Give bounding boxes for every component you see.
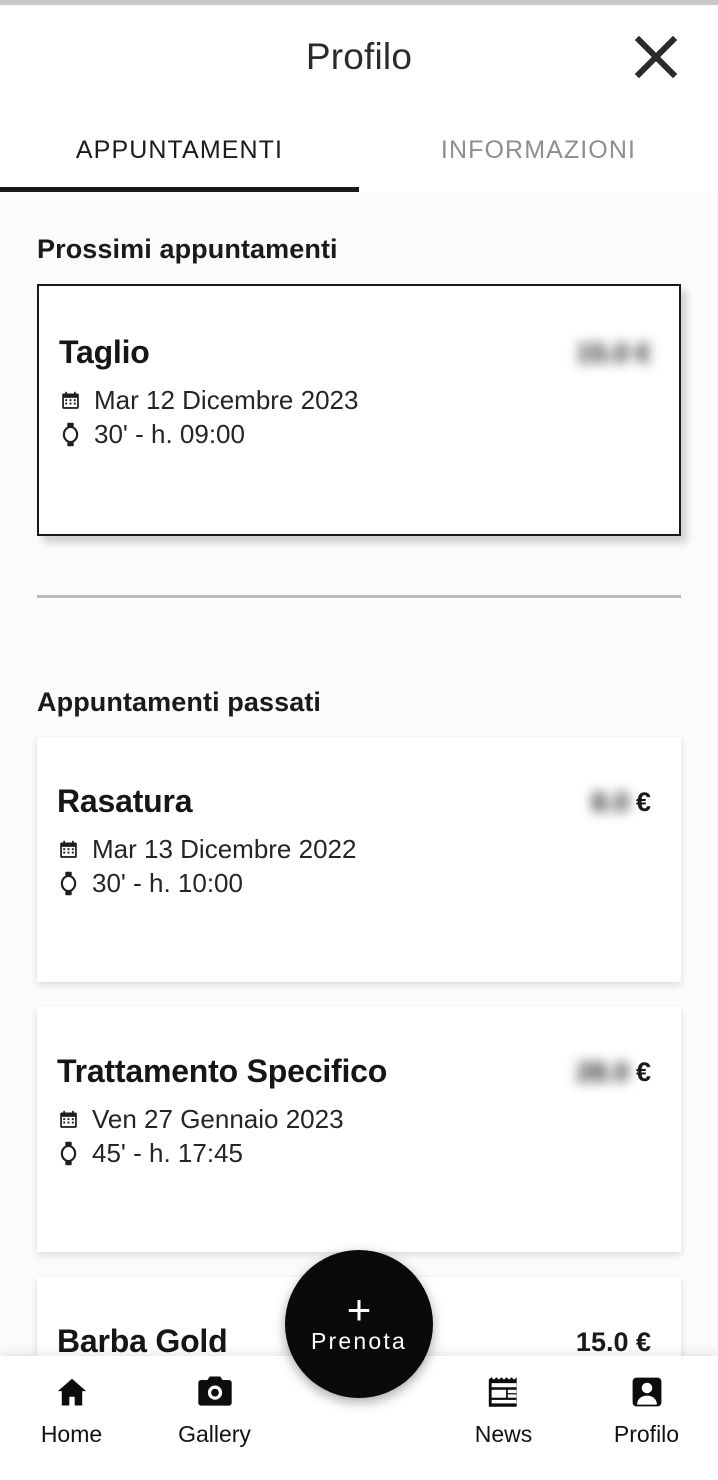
newspaper-icon — [485, 1370, 523, 1414]
prenota-fab-button[interactable]: + Prenota — [285, 1250, 433, 1398]
appointment-time-row: 30' - h. 09:00 — [59, 418, 245, 451]
appointment-card-past-2[interactable]: Trattamento Specifico Ven 27 Gennaio 202… — [37, 1007, 681, 1252]
page-title: Profilo — [305, 36, 413, 77]
appointment-time-row: 45' - h. 17:45 — [57, 1137, 243, 1170]
nav-item-profilo[interactable]: Profilo — [575, 1356, 718, 1448]
home-icon — [53, 1370, 91, 1414]
appointment-price-amount: 8.0 — [591, 787, 629, 817]
appointment-title: Taglio — [59, 334, 150, 370]
appointment-date: Mar 13 Dicembre 2022 — [92, 834, 357, 864]
profile-screen: Profilo APPUNTAMENTI INFORMAZIONI Prossi… — [0, 0, 718, 1480]
appointment-price-amount: 15.0 € — [575, 1327, 651, 1357]
section-divider — [37, 595, 681, 598]
calendar-icon — [57, 837, 79, 863]
appointment-price: 15.0 € — [576, 338, 651, 369]
appointment-date: Mar 12 Dicembre 2023 — [94, 385, 359, 415]
appointment-time-row: 30' - h. 10:00 — [57, 867, 243, 900]
watch-icon — [57, 871, 79, 897]
nav-item-gallery-label: Gallery — [178, 1421, 251, 1447]
past-section-title: Appuntamenti passati — [37, 687, 322, 717]
appointment-date-row: Mar 12 Dicembre 2023 — [59, 384, 358, 417]
tab-informazioni[interactable]: INFORMAZIONI — [359, 109, 718, 192]
appointment-card-body: Trattamento Specifico Ven 27 Gennaio 202… — [37, 1007, 681, 1252]
appointment-title: Barba Gold — [57, 1323, 228, 1359]
nav-item-news[interactable]: News — [432, 1356, 575, 1448]
appointment-card-body: Taglio Mar 12 Dicembre 2023 30' - h. 09:… — [39, 286, 679, 534]
calendar-icon — [59, 388, 81, 414]
tab-bar: APPUNTAMENTI INFORMAZIONI — [0, 109, 718, 192]
appointment-price-currency: € — [635, 1057, 651, 1087]
tab-appuntamenti[interactable]: APPUNTAMENTI — [0, 109, 359, 192]
plus-icon: + — [346, 1285, 372, 1333]
appointment-price: 15.0 € — [576, 1327, 651, 1358]
tab-informazioni-label: INFORMAZIONI — [440, 136, 637, 164]
watch-icon — [57, 1141, 79, 1167]
appointment-date-row: Ven 27 Gennaio 2023 — [57, 1103, 344, 1136]
calendar-icon — [57, 1107, 79, 1133]
appointment-price-currency: € — [635, 787, 651, 817]
nav-item-home-label: Home — [40, 1421, 103, 1447]
appointment-duration-time: 30' - h. 09:00 — [94, 419, 245, 449]
appointment-title: Rasatura — [57, 783, 193, 819]
nav-item-gallery[interactable]: Gallery — [143, 1356, 286, 1448]
person-badge-icon — [629, 1370, 665, 1414]
appointment-date-row: Mar 13 Dicembre 2022 — [57, 833, 356, 866]
tab-appuntamenti-label: APPUNTAMENTI — [75, 136, 284, 164]
appointment-duration-time: 30' - h. 10:00 — [92, 868, 243, 898]
appointment-card-body: Rasatura Mar 13 Dicembre 2022 30' - h. 1… — [37, 737, 681, 982]
appointment-date: Ven 27 Gennaio 2023 — [92, 1104, 344, 1134]
appointment-card-past-1[interactable]: Rasatura Mar 13 Dicembre 2022 30' - h. 1… — [37, 737, 681, 982]
upcoming-section-title: Prossimi appuntamenti — [37, 234, 338, 264]
prenota-fab-label: Prenota — [311, 1328, 407, 1355]
close-icon[interactable] — [624, 25, 688, 89]
appointment-price: 8.0 € — [591, 787, 651, 818]
camera-icon — [196, 1370, 234, 1414]
page-header: Profilo — [0, 5, 718, 109]
appointment-price-amount: 28.0 — [576, 1057, 629, 1087]
nav-item-news-label: News — [474, 1421, 533, 1447]
appointment-price: 28.0 € — [576, 1057, 651, 1088]
appointment-card-upcoming[interactable]: Taglio Mar 12 Dicembre 2023 30' - h. 09:… — [37, 284, 681, 536]
watch-icon — [59, 422, 81, 448]
appointment-price-currency: € — [635, 338, 651, 368]
nav-item-profilo-label: Profilo — [613, 1421, 680, 1447]
appointment-price-amount: 15.0 — [576, 338, 629, 368]
appointment-title: Trattamento Specifico — [57, 1053, 388, 1089]
nav-item-home[interactable]: Home — [0, 1356, 143, 1448]
appointment-duration-time: 45' - h. 17:45 — [92, 1138, 243, 1168]
